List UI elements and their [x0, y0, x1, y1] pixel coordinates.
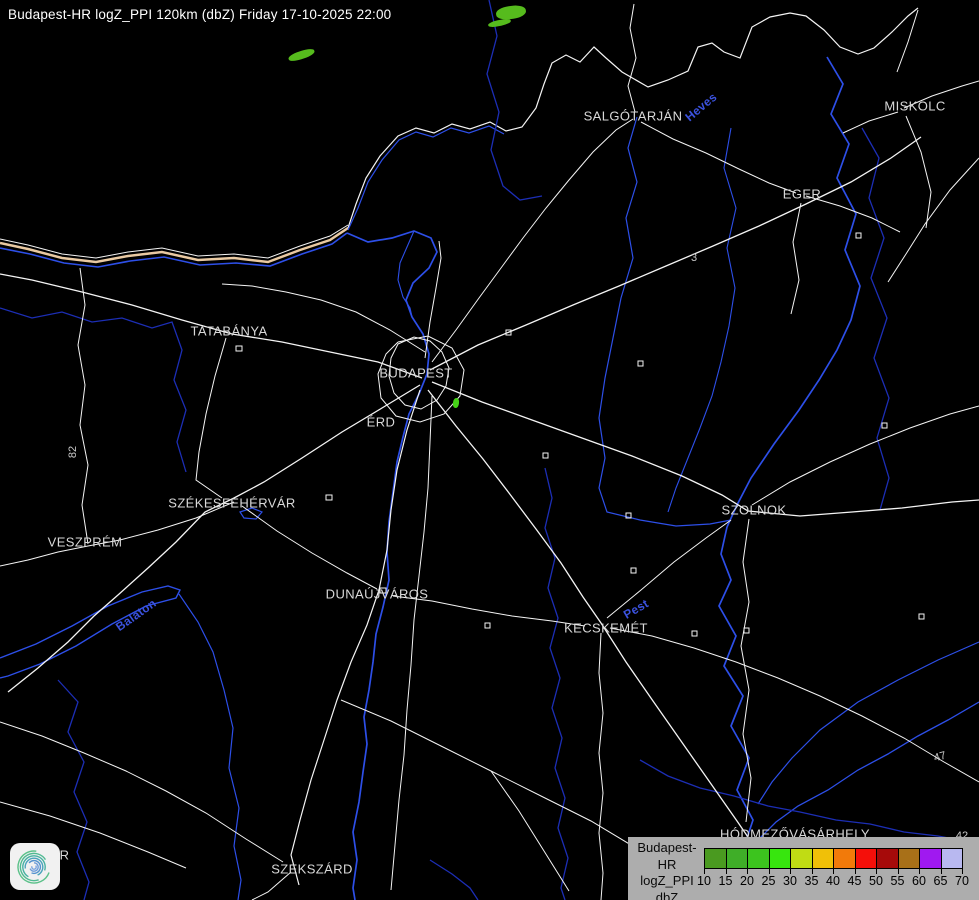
- legend-identifier: Budapest-HR logZ_PPI dbZ: [628, 840, 706, 900]
- legend-station: Budapest-HR: [628, 840, 706, 873]
- radar-echo-4: [452, 398, 459, 409]
- legend-color-strip: [704, 848, 963, 869]
- legend-tick-value-55: 55: [891, 874, 905, 888]
- radar-echo-3: [287, 47, 315, 63]
- legend-swatch-30-35: [790, 848, 813, 869]
- legend-swatch-10-15: [704, 848, 727, 869]
- legend-swatch-55-60: [898, 848, 921, 869]
- legend-swatch-45-50: [855, 848, 878, 869]
- legend-swatch-35-40: [812, 848, 835, 869]
- legend-tick-value-20: 20: [740, 874, 754, 888]
- legend-tick-value-40: 40: [826, 874, 840, 888]
- swirl-icon: [10, 843, 60, 890]
- legend-swatch-65-70: [941, 848, 964, 869]
- legend-swatch-50-55: [876, 848, 899, 869]
- legend-tick-value-45: 45: [848, 874, 862, 888]
- legend-swatch-25-30: [769, 848, 792, 869]
- legend-unit: dbZ: [628, 890, 706, 900]
- legend-swatch-15-20: [726, 848, 749, 869]
- radar-echo-layer: [0, 0, 979, 900]
- legend-tick-value-65: 65: [934, 874, 948, 888]
- legend-tick-value-15: 15: [719, 874, 733, 888]
- legend-tick-value-35: 35: [805, 874, 819, 888]
- radar-echo-1: [495, 4, 527, 21]
- legend-tick-value-60: 60: [912, 874, 926, 888]
- radar-title: Budapest-HR logZ_PPI 120km (dbZ) Friday …: [8, 7, 391, 22]
- reflectivity-legend: Budapest-HR logZ_PPI dbZ 10 15 20 25 30 35 40 4…: [628, 837, 979, 900]
- legend-tick-value-25: 25: [762, 874, 776, 888]
- legend-product: logZ_PPI: [628, 873, 706, 890]
- radar-screen: Budapest-HR logZ_PPI 120km (dbZ) Friday …: [0, 0, 979, 900]
- met-swirl-logo: [10, 843, 60, 890]
- legend-swatch-20-25: [747, 848, 770, 869]
- legend-swatch-60-65: [919, 848, 942, 869]
- legend-tick-value-70: 70: [955, 874, 969, 888]
- legend-tick-value-30: 30: [783, 874, 797, 888]
- legend-tick-value-50: 50: [869, 874, 883, 888]
- legend-tick-value-10: 10: [697, 874, 711, 888]
- legend-swatch-40-45: [833, 848, 856, 869]
- radar-echo-2: [488, 18, 512, 29]
